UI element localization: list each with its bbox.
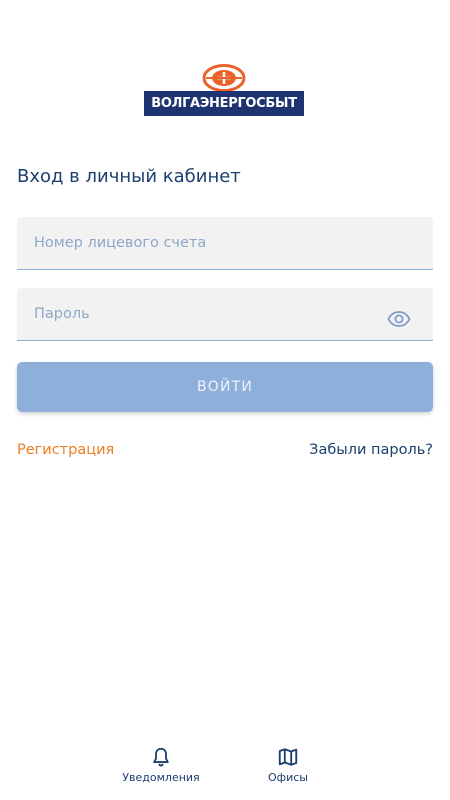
- forgot-password-link[interactable]: Забыли пароль?: [309, 442, 433, 458]
- bell-icon: [153, 747, 169, 767]
- nav-item-notifications[interactable]: Уведомления: [106, 746, 216, 792]
- login-screen: ВОЛГАЭНЕРГОСБЫТ Вход в личный кабинет ВО…: [0, 0, 450, 800]
- page-title: Вход в личный кабинет: [17, 166, 241, 187]
- nav-label-offices: Офисы: [268, 771, 308, 784]
- nav-item-offices[interactable]: Офисы: [233, 746, 343, 792]
- register-link[interactable]: Регистрация: [17, 442, 114, 458]
- company-logo: ВОЛГАЭНЕРГОСБЫТ: [144, 64, 304, 116]
- account-number-field-container: [17, 217, 433, 270]
- nav-label-notifications: Уведомления: [122, 771, 200, 784]
- bottom-navigation: Уведомления Офисы: [0, 740, 450, 800]
- password-input[interactable]: [17, 288, 433, 340]
- logo-emblem-icon: [202, 64, 246, 92]
- show-password-eye-icon[interactable]: [387, 307, 411, 331]
- password-field-container: [17, 288, 433, 341]
- account-number-input[interactable]: [17, 217, 433, 269]
- map-icon: [278, 748, 298, 766]
- login-button[interactable]: ВОЙТИ: [17, 362, 433, 412]
- logo-wordmark: ВОЛГАЭНЕРГОСБЫТ: [144, 91, 304, 116]
